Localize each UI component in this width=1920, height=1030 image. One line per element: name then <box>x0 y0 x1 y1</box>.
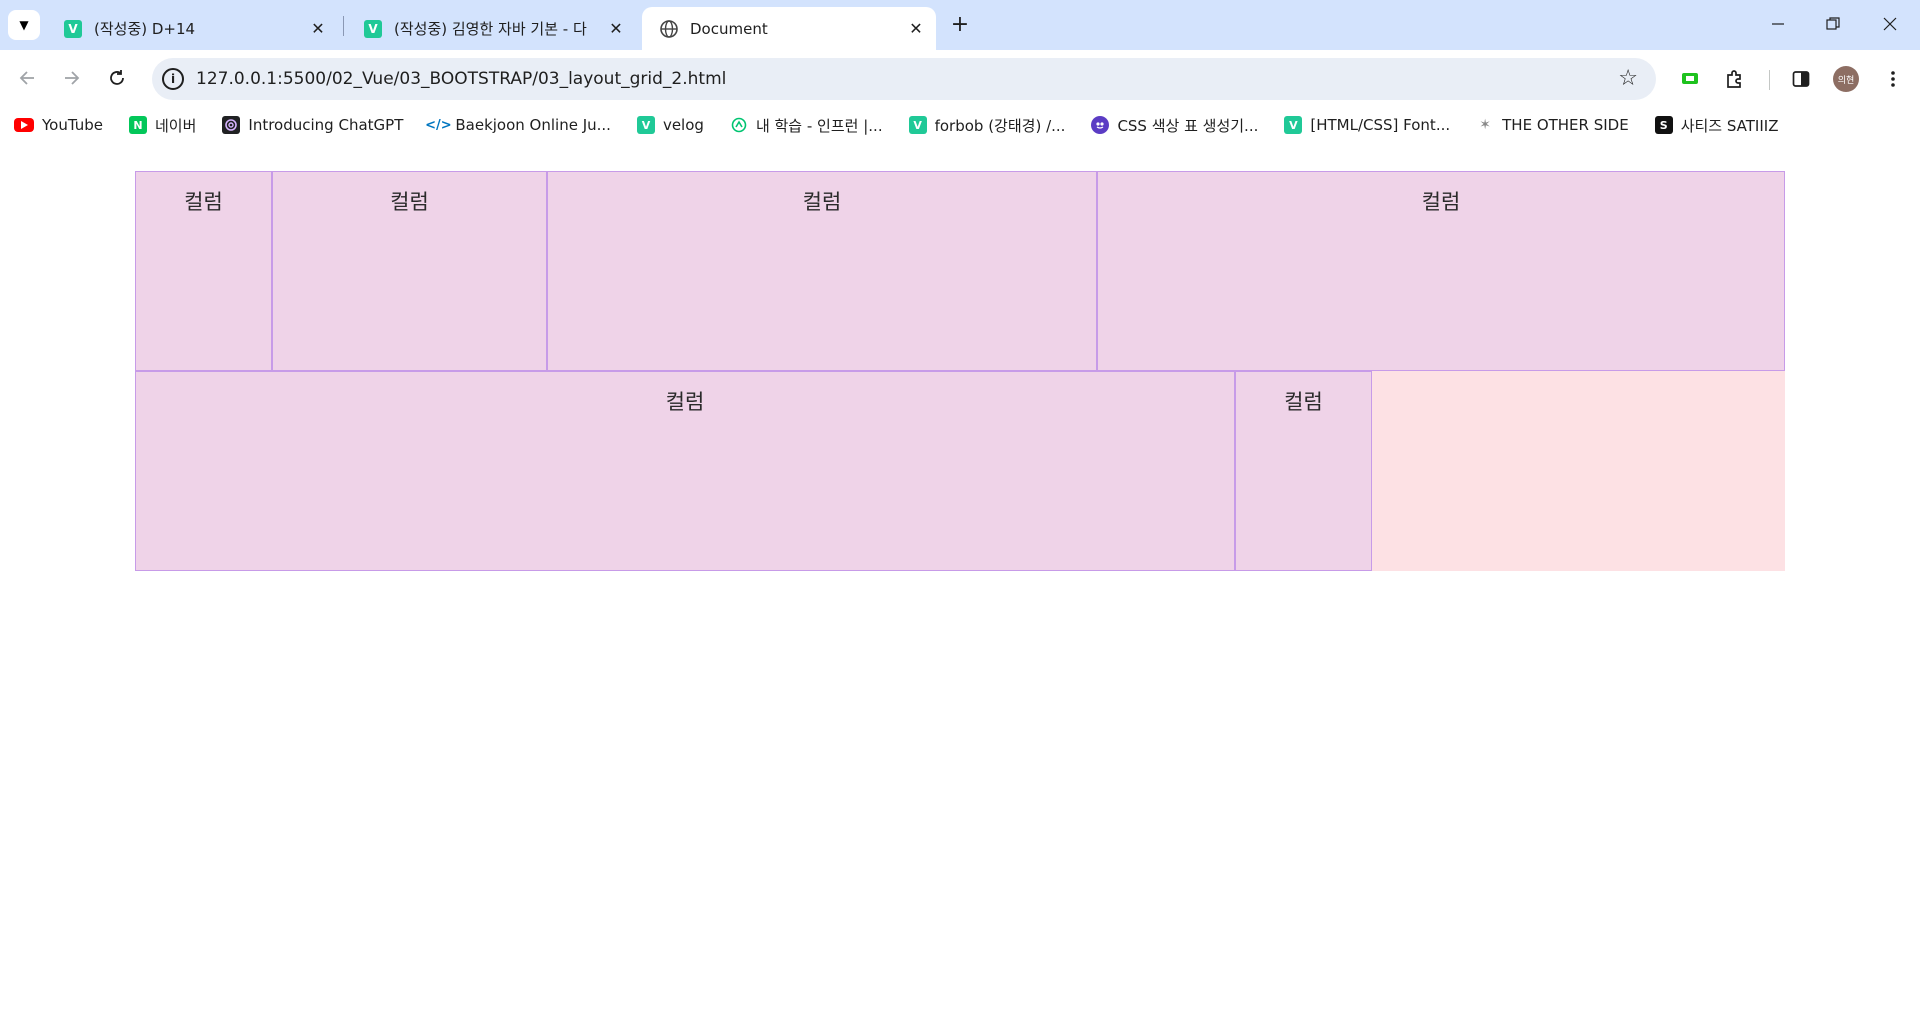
reload-button[interactable] <box>101 62 133 94</box>
bookmark-inflearn[interactable]: 내 학습 - 인프런 |... <box>730 115 883 136</box>
side-panel-icon[interactable] <box>1786 64 1816 94</box>
velog-icon: V <box>636 116 655 134</box>
close-icon[interactable]: ✕ <box>906 18 926 38</box>
bookmark-naver[interactable]: N 네이버 <box>129 115 196 136</box>
bookmark-forbob[interactable]: V forbob (강태경) /... <box>908 115 1066 136</box>
bookmark-velog[interactable]: V velog <box>636 116 704 134</box>
tab-title: (작성중) D+14 <box>94 20 196 38</box>
velog-icon: V <box>908 116 927 134</box>
bookmark-label: [HTML/CSS] Font... <box>1310 116 1451 134</box>
bookmark-label: forbob (강태경) /... <box>934 116 1066 135</box>
chevron-down-icon: ▼ <box>19 18 29 32</box>
profile-avatar[interactable]: 의현 <box>1833 66 1859 92</box>
palette-icon <box>1091 116 1110 134</box>
bookmark-label: CSS 색상 표 생성기... <box>1117 116 1259 135</box>
bookmark-label: 내 학습 - 인프런 |... <box>755 116 883 135</box>
grid-column: 컬럼 <box>135 171 272 371</box>
grid-column: 컬럼 <box>1235 371 1372 571</box>
browser-toolbar: i 127.0.0.1:5500/02_Vue/03_BOOTSTRAP/03_… <box>0 50 1920 108</box>
close-icon[interactable]: ✕ <box>606 18 626 38</box>
menu-kebab-icon[interactable] <box>1878 64 1908 94</box>
site-info-icon[interactable]: i <box>162 68 184 90</box>
velog-icon: V <box>64 19 82 38</box>
minimize-button[interactable] <box>1758 8 1798 40</box>
bookmark-label: velog <box>662 116 704 134</box>
naver-icon: N <box>129 116 147 134</box>
bookmark-the-other-side[interactable]: ✶ THE OTHER SIDE <box>1476 116 1629 134</box>
grid-column: 컬럼 <box>547 171 1097 371</box>
globe-icon <box>660 19 678 38</box>
extension-screen-icon[interactable] <box>1675 64 1705 94</box>
bookmark-label: Baekjoon Online Ju... <box>455 116 611 134</box>
bookmark-youtube[interactable]: YouTube <box>14 116 103 134</box>
bookmark-baekjoon[interactable]: </> Baekjoon Online Ju... <box>425 116 611 134</box>
back-button[interactable] <box>11 62 43 94</box>
theotherside-icon: ✶ <box>1479 117 1491 133</box>
bookmark-label: 사티즈 SATIIIZ <box>1680 116 1779 135</box>
address-bar[interactable]: i 127.0.0.1:5500/02_Vue/03_BOOTSTRAP/03_… <box>152 58 1656 100</box>
velog-icon: V <box>1284 116 1303 134</box>
forward-button[interactable] <box>56 62 88 94</box>
new-tab-button[interactable]: + <box>946 10 974 38</box>
grid-column: 컬럼 <box>272 171 547 371</box>
grid-row-2: 컬럼 컬럼 <box>135 371 1785 571</box>
page-content: 컬럼 컬럼 컬럼 컬럼 컬럼 컬럼 <box>0 142 1920 1030</box>
tab-java-basic[interactable]: V (작성중) 김영한 자바 기본 - 다 ✕ <box>346 7 636 50</box>
tab-document[interactable]: Document ✕ <box>642 7 936 50</box>
grid-row-1: 컬럼 컬럼 컬럼 컬럼 <box>135 171 1785 371</box>
grid-column: 컬럼 <box>135 371 1235 571</box>
satiiiz-icon: S <box>1654 116 1673 134</box>
grid-column: 컬럼 <box>1097 171 1785 371</box>
bookmark-label: THE OTHER SIDE <box>1502 116 1629 134</box>
bookmark-label: YouTube <box>42 116 103 134</box>
bookmark-star-icon[interactable]: ☆ <box>1618 66 1638 91</box>
extensions-puzzle-icon[interactable] <box>1720 64 1750 94</box>
youtube-icon <box>14 118 34 132</box>
tab-title: Document <box>690 19 768 38</box>
tab-strip: ▼ V (작성중) D+14 ✕ V (작성중) 김영한 자바 기본 - 다 ✕… <box>0 0 1920 50</box>
restore-button[interactable] <box>1813 8 1853 40</box>
bookmark-satiiiz[interactable]: S 사티즈 SATIIIZ <box>1654 115 1779 136</box>
inflearn-icon <box>730 116 748 134</box>
tab-d14[interactable]: V (작성중) D+14 ✕ <box>46 7 338 50</box>
bookmark-label: Introducing ChatGPT <box>248 116 404 134</box>
code-icon: </> <box>425 117 452 133</box>
close-window-button[interactable] <box>1870 8 1910 40</box>
close-icon[interactable]: ✕ <box>308 18 328 38</box>
bookmark-css-color[interactable]: CSS 색상 표 생성기... <box>1091 115 1258 136</box>
url-text[interactable]: 127.0.0.1:5500/02_Vue/03_BOOTSTRAP/03_la… <box>196 69 726 89</box>
tab-search-button[interactable]: ▼ <box>8 10 40 40</box>
toolbar-divider <box>1769 70 1770 90</box>
tab-title: (작성중) 김영한 자바 기본 - 다 <box>394 20 587 38</box>
chatgpt-icon <box>222 116 241 134</box>
bookmarks-bar: YouTube N 네이버 Introducing ChatGPT </> Ba… <box>0 108 1920 142</box>
bookmark-label: 네이버 <box>155 116 197 135</box>
bookmark-chatgpt[interactable]: Introducing ChatGPT <box>222 116 403 134</box>
velog-icon: V <box>364 19 382 38</box>
bookmark-html-css-font[interactable]: V [HTML/CSS] Font... <box>1284 116 1450 134</box>
tab-separator <box>343 16 344 36</box>
